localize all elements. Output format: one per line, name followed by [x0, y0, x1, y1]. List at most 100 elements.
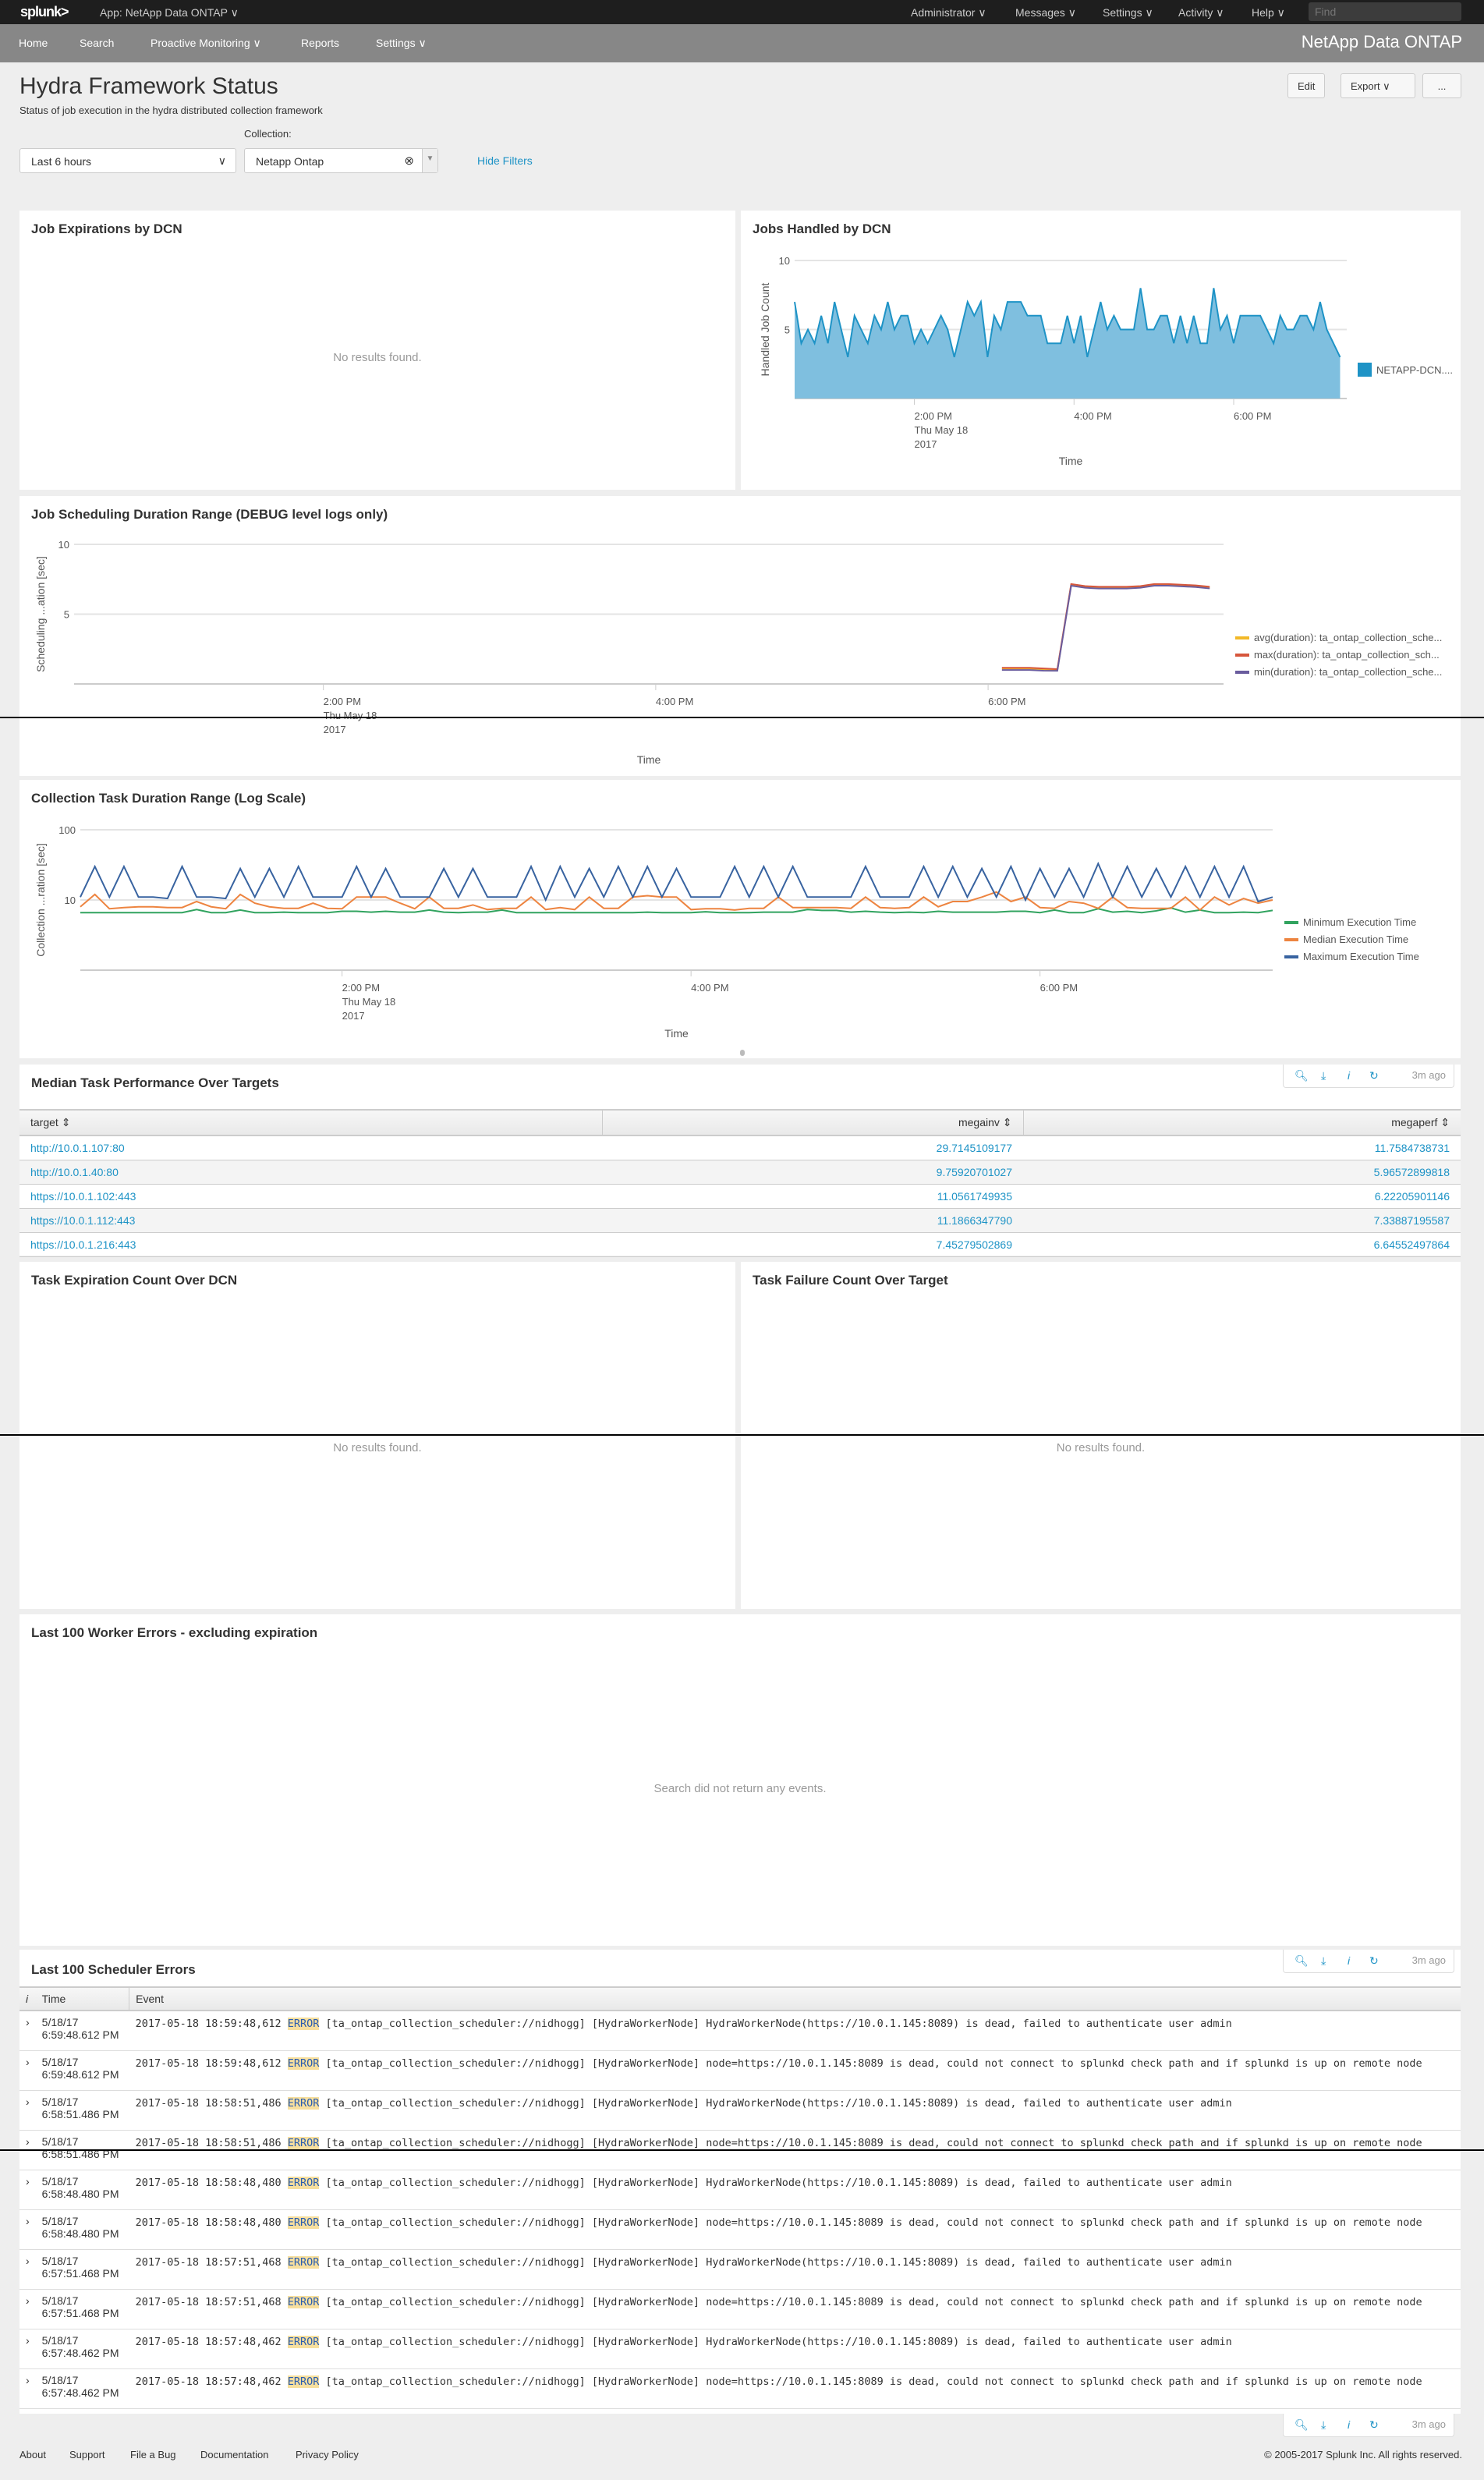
megainv-cell[interactable]: 11.0561749935	[602, 1184, 1023, 1209]
nav-proactive-monitoring[interactable]: Proactive Monitoring ∨	[151, 37, 261, 50]
no-results-message: No results found.	[333, 1441, 422, 1454]
splunk-logo[interactable]: splunk>	[20, 4, 69, 20]
megainv-cell[interactable]: 29.7145109177	[602, 1135, 1023, 1160]
table-row: http://10.0.1.40:80 9.75920701027 5.965728…	[19, 1160, 1461, 1185]
error-level-badge[interactable]: ERROR	[287, 2295, 320, 2308]
error-level-badge[interactable]: ERROR	[287, 2176, 320, 2189]
footer-privacy-policy[interactable]: Privacy Policy	[296, 2449, 359, 2461]
time-range-picker[interactable]: Last 6 hours ∨	[19, 148, 236, 173]
search-icon[interactable]: 🔍︎	[1295, 1069, 1309, 1082]
nav-reports[interactable]: Reports	[301, 37, 339, 49]
expand-chevron-icon[interactable]: ›	[19, 2368, 36, 2409]
hide-filters-link[interactable]: Hide Filters	[477, 154, 533, 167]
clear-icon[interactable]: ⊗	[404, 154, 414, 168]
expand-chevron-icon[interactable]: ›	[19, 2289, 36, 2329]
more-button[interactable]: ...	[1422, 73, 1461, 98]
error-level-badge[interactable]: ERROR	[287, 2216, 320, 2229]
collection-select[interactable]: Netapp Ontap ⊗ ▼	[244, 148, 438, 173]
megainv-cell[interactable]: 9.75920701027	[602, 1160, 1023, 1185]
expand-chevron-icon[interactable]: ›	[19, 2050, 36, 2091]
error-level-badge[interactable]: ERROR	[287, 2057, 320, 2070]
column-header-megaperf[interactable]: megaperf ⇕	[1023, 1109, 1461, 1136]
download-icon[interactable]: ⤓	[1321, 1069, 1326, 1082]
error-level-badge[interactable]: ERROR	[287, 2335, 320, 2348]
administrator-menu[interactable]: Administrator ∨	[911, 6, 986, 19]
info-icon[interactable]: i	[1348, 1954, 1350, 1967]
error-level-badge[interactable]: ERROR	[287, 2096, 320, 2110]
resize-handle[interactable]	[740, 1050, 745, 1056]
x-tick-label: 6:00 PM	[1234, 410, 1271, 422]
info-icon[interactable]: i	[1348, 2418, 1350, 2431]
last-refresh-time: 3m ago	[1411, 2418, 1446, 2430]
dropdown-arrow-icon[interactable]: ▼	[422, 149, 437, 172]
event-message: [ta_ontap_collection_scheduler://nidhogg…	[325, 2176, 1232, 2189]
edit-button[interactable]: Edit	[1287, 73, 1326, 98]
column-header-time[interactable]: Time	[35, 1986, 130, 2011]
target-cell[interactable]: http://10.0.1.107:80	[19, 1135, 602, 1160]
export-button[interactable]: Export ∨	[1341, 73, 1415, 98]
help-menu[interactable]: Help ∨	[1252, 6, 1285, 19]
series-line	[80, 861, 1273, 903]
target-cell[interactable]: https://10.0.1.112:443	[19, 1208, 602, 1233]
info-icon[interactable]: i	[1348, 1069, 1350, 1082]
y-axis-title: Handled Job Count	[759, 282, 771, 376]
column-header-target[interactable]: target ⇕	[19, 1109, 603, 1136]
app-menu[interactable]: App: NetApp Data ONTAP ∨	[100, 6, 239, 19]
refresh-icon[interactable]: ↻	[1369, 2418, 1379, 2432]
divider	[0, 717, 1484, 718]
column-header-megainv[interactable]: megainv ⇕	[602, 1109, 1024, 1136]
footer-file-a-bug[interactable]: File a Bug	[130, 2449, 176, 2461]
nav-settings[interactable]: Settings ∨	[376, 37, 427, 50]
megainv-cell[interactable]: 11.1866347790	[602, 1208, 1023, 1233]
settings-menu[interactable]: Settings ∨	[1103, 6, 1153, 19]
event-row: › 5/18/17 6:59:48.612 PM 2017-05-18 18:59:4…	[19, 2050, 1461, 2091]
megaperf-cell[interactable]: 6.22205901146	[1023, 1184, 1461, 1209]
megaperf-cell[interactable]: 6.64552497864	[1023, 1232, 1461, 1257]
footer-support[interactable]: Support	[69, 2449, 105, 2461]
x-tick-sublabel: 2017	[324, 724, 346, 735]
nav-search[interactable]: Search	[80, 37, 114, 49]
event-message: [ta_ontap_collection_scheduler://nidhogg…	[325, 2018, 1232, 2030]
target-cell[interactable]: https://10.0.1.216:443	[19, 1232, 602, 1257]
expand-chevron-icon[interactable]: ›	[19, 2249, 36, 2290]
series-line	[80, 891, 1273, 912]
error-level-badge[interactable]: ERROR	[287, 2375, 320, 2388]
megainv-cell[interactable]: 7.45279502869	[602, 1232, 1023, 1257]
no-results-message: No results found.	[333, 351, 422, 364]
download-icon[interactable]: ⤓	[1321, 1954, 1326, 1968]
footer-about[interactable]: About	[19, 2449, 46, 2461]
nav-home[interactable]: Home	[19, 37, 48, 49]
event-clock: 6:59:48.612 PM	[41, 2028, 119, 2041]
download-icon[interactable]: ⤓	[1321, 2418, 1326, 2432]
refresh-icon[interactable]: ↻	[1369, 1954, 1379, 1968]
event-row: › 5/18/17 6:58:48.480 PM 2017-05-18 18:58:4…	[19, 2209, 1461, 2250]
event-clock: 6:59:48.612 PM	[41, 2067, 119, 2081]
panel-collection-task: Collection Task Duration Range (Log Scal…	[19, 780, 1461, 1058]
event-timestamp: 2017-05-18 18:58:48,480	[135, 2176, 282, 2189]
legend-label: min(duration): ta_ontap_collection_sche.…	[1254, 666, 1442, 678]
expand-chevron-icon[interactable]: ›	[19, 2011, 36, 2051]
search-icon[interactable]: 🔍︎	[1295, 2418, 1309, 2432]
error-level-badge[interactable]: ERROR	[287, 2255, 320, 2269]
search-icon[interactable]: 🔍︎	[1295, 1954, 1309, 1968]
messages-menu[interactable]: Messages ∨	[1015, 6, 1076, 19]
expand-chevron-icon[interactable]: ›	[19, 2090, 36, 2131]
megaperf-cell[interactable]: 11.7584738731	[1023, 1135, 1461, 1160]
megaperf-cell[interactable]: 5.96572899818	[1023, 1160, 1461, 1185]
expand-chevron-icon[interactable]: ›	[19, 2209, 36, 2250]
error-level-badge[interactable]: ERROR	[287, 2136, 320, 2149]
expand-chevron-icon[interactable]: ›	[19, 2329, 36, 2369]
activity-menu[interactable]: Activity ∨	[1178, 6, 1224, 19]
target-cell[interactable]: https://10.0.1.102:443	[19, 1184, 602, 1209]
megaperf-cell[interactable]: 7.33887195587	[1023, 1208, 1461, 1233]
expand-chevron-icon[interactable]: ›	[19, 2170, 36, 2210]
event-row: › 5/18/17 6:57:48.462 PM 2017-05-18 18:57:4…	[19, 2368, 1461, 2409]
refresh-icon[interactable]: ↻	[1369, 1069, 1379, 1082]
target-cell[interactable]: http://10.0.1.40:80	[19, 1160, 602, 1185]
find-input[interactable]	[1309, 2, 1461, 21]
footer-documentation[interactable]: Documentation	[200, 2449, 268, 2461]
error-level-badge[interactable]: ERROR	[287, 2018, 320, 2030]
column-header-event[interactable]: Event	[129, 1986, 1461, 2011]
panel-worker-errors: Last 100 Worker Errors - excluding expir…	[19, 1614, 1461, 1946]
page-subtitle: Status of job execution in the hydra dis…	[19, 105, 323, 116]
